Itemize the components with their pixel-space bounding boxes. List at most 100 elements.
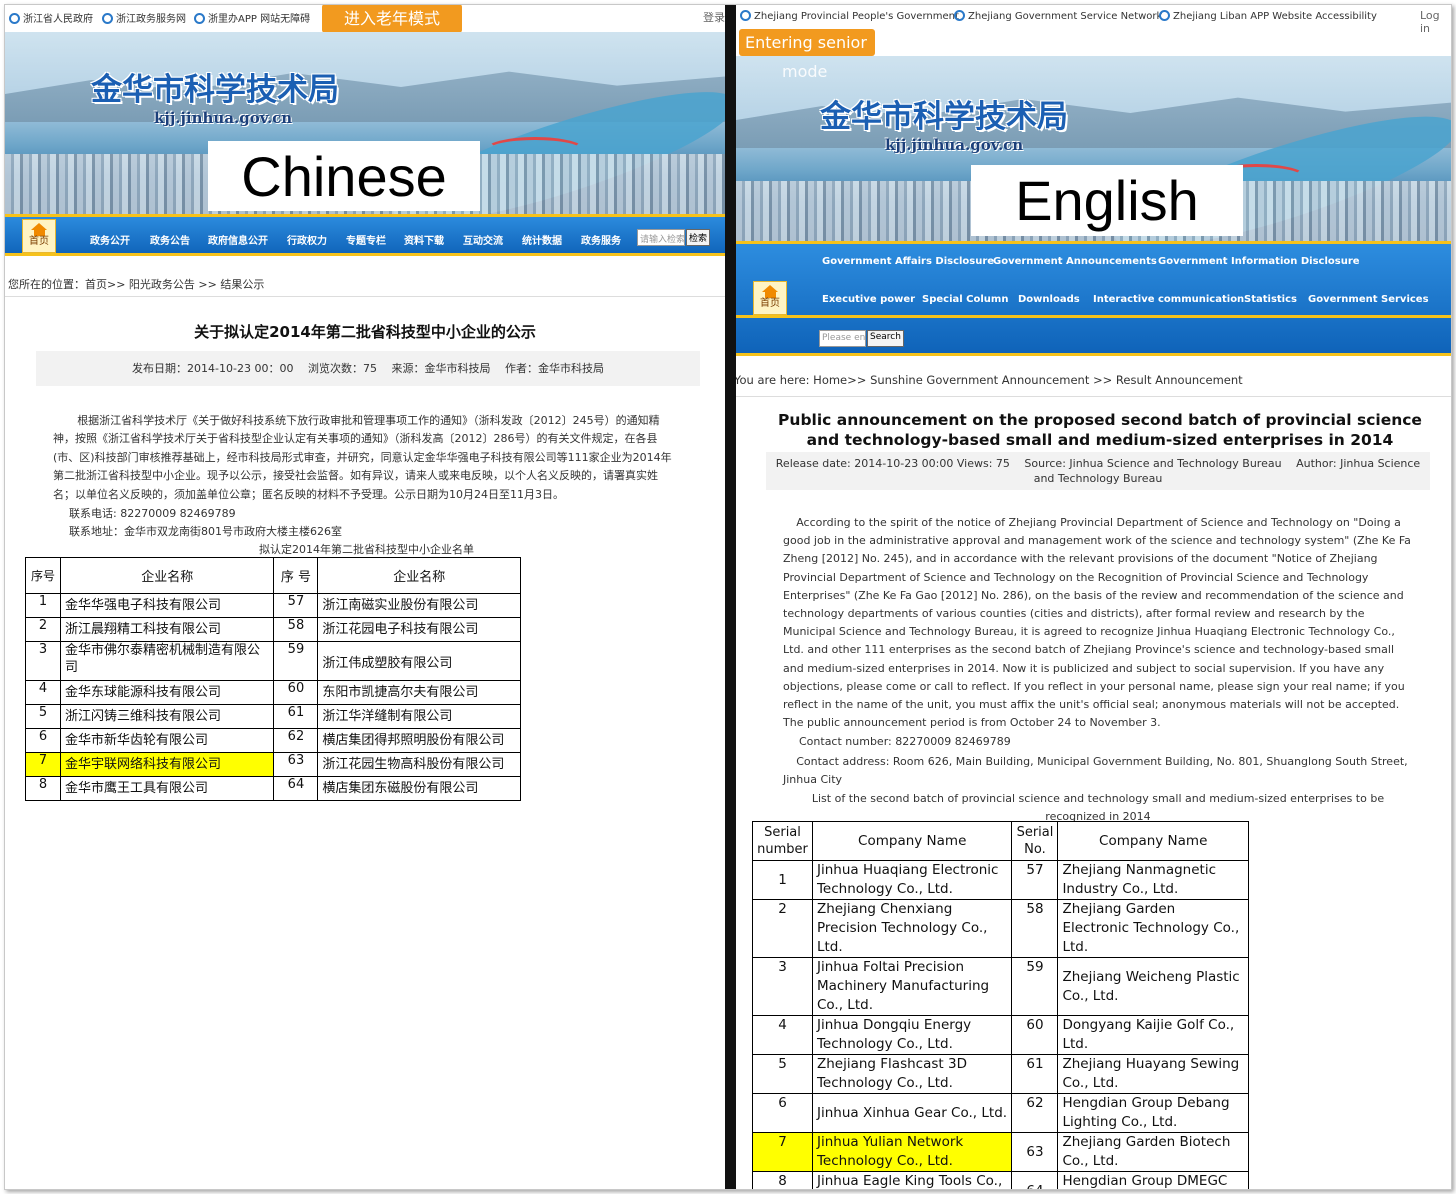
site-url: kjj.jinhua.gov.cn <box>885 136 1024 154</box>
table-row-highlighted: 7 Jinhua Yulian Network Technology Co., L… <box>752 1132 1249 1172</box>
table-caption: 拟认定2014年第二批省科技型中小企业名单 <box>259 543 474 556</box>
row-serial: 7 <box>752 1132 813 1172</box>
row-company: Jinhua Dongqiu Energy Technology Co., Lt… <box>811 1015 1013 1055</box>
row-company: Jinhua Yulian Network Technology Co., Lt… <box>811 1132 1013 1172</box>
row-serial: 6 <box>752 1093 813 1133</box>
row-company: Jinhua Eagle King Tools Co., Ltd. <box>811 1171 1013 1189</box>
language-label: English <box>971 165 1243 236</box>
nav-item-info-disclosure[interactable]: Government Information Disclosure <box>1158 256 1360 267</box>
row-company: 横店集团东磁股份有限公司 <box>317 776 521 801</box>
table-row: 2 Zhejiang Chenxiang Precision Technology… <box>752 899 1249 958</box>
chinese-page: 浙江省人民政府 浙江政务服务网 浙里办APP 网站无障碍 登录 进入老年模式 金… <box>5 5 725 1189</box>
nav-item-announcements[interactable]: Government Announcements <box>993 256 1157 267</box>
breadcrumb: You are here: Home>> Sunshine Government… <box>736 373 1243 387</box>
top-link-label: Zhejiang Provincial People's Government <box>754 11 959 22</box>
login-link[interactable]: Log in <box>1420 9 1451 35</box>
row-company: Dongyang Kaijie Golf Co., Ltd. <box>1057 1015 1249 1055</box>
search-input[interactable]: Please ent <box>819 330 866 347</box>
nav-item-services[interactable]: Government Services <box>1308 294 1429 305</box>
nav-item-special-column[interactable]: Special Column <box>922 294 1008 305</box>
row-serial: 3 <box>752 957 813 1016</box>
home-button[interactable]: 首页 <box>753 281 787 315</box>
row-company: 浙江花园生物高科股份有限公司 <box>317 752 521 777</box>
top-link-provincial-gov[interactable]: 浙江省人民政府 <box>9 10 93 25</box>
header-serial: 序号 <box>25 557 61 594</box>
row-serial: 2 <box>752 899 813 958</box>
row-company: 浙江晨翔精工科技有限公司 <box>59 617 275 642</box>
header-serial: 序 号 <box>273 557 319 594</box>
senior-mode-button[interactable]: Entering senior <box>739 29 875 56</box>
row-company: 金华市鹰王工具有限公司 <box>59 776 275 801</box>
home-label: 首页 <box>760 298 780 309</box>
row-serial: 4 <box>25 680 61 705</box>
nav-item-info-disclosure[interactable]: 政府信息公开 <box>208 232 268 247</box>
row-serial: 1 <box>752 860 813 900</box>
header-company: 企业名称 <box>59 557 275 594</box>
home-button[interactable]: 首页 <box>22 219 56 253</box>
header-serial: Serial number <box>752 821 813 861</box>
nav-item-statistics[interactable]: 统计数据 <box>522 232 562 247</box>
row-serial: 60 <box>273 680 319 705</box>
nav-bottom-stripe <box>736 353 1451 356</box>
header-serial: Serial No. <box>1011 821 1059 861</box>
row-serial: 59 <box>1011 957 1059 1016</box>
contact-address: Contact address: Room 626, Main Building… <box>783 755 1408 787</box>
row-serial: 5 <box>25 704 61 729</box>
search-button[interactable]: 检索 <box>686 229 711 246</box>
nav-item-admin-power[interactable]: 行政权力 <box>287 232 327 247</box>
nav-item-statistics[interactable]: Statistics <box>1244 294 1297 305</box>
row-company: 金华宇联网络科技有限公司 <box>59 752 275 777</box>
english-page: Zhejiang Provincial People's Government … <box>736 5 1451 1189</box>
row-company: 金华东球能源科技有限公司 <box>59 680 275 705</box>
table-row: 4 Jinhua Dongqiu Energy Technology Co., L… <box>752 1015 1249 1055</box>
row-serial: 63 <box>273 752 319 777</box>
nav-item-interaction[interactable]: 互动交流 <box>463 232 503 247</box>
row-serial: 62 <box>273 728 319 753</box>
nav-item-special-column[interactable]: 专题专栏 <box>346 232 386 247</box>
row-serial: 4 <box>752 1015 813 1055</box>
row-company: Zhejiang Nanmagnetic Industry Co., Ltd. <box>1057 860 1249 900</box>
globe-icon <box>9 13 20 24</box>
top-link-bar: Zhejiang Provincial People's Government … <box>736 5 1451 35</box>
nav-item-services[interactable]: 政务服务 <box>581 232 621 247</box>
table-row: 4 金华东球能源科技有限公司 60 东阳市凯捷高尔夫有限公司 <box>25 680 521 705</box>
main-nav: Government Affairs Disclosure Government… <box>736 241 1451 356</box>
nav-item-downloads[interactable]: 资料下载 <box>404 232 444 247</box>
top-link-service-network[interactable]: 浙江政务服务网 <box>102 10 186 25</box>
globe-icon <box>740 10 751 21</box>
nav-item-affairs[interactable]: Government Affairs Disclosure <box>822 256 994 267</box>
enterprise-table: 序号 企业名称 序 号 企业名称 1 金华华强电子科技有限公司 57 浙江南磁实业股份… <box>25 557 521 801</box>
nav-item-downloads[interactable]: Downloads <box>1018 294 1080 305</box>
row-company: 浙江伟成塑胶有限公司 <box>317 641 521 681</box>
row-company: Jinhua Xinhua Gear Co., Ltd. <box>811 1093 1013 1133</box>
app-icon <box>1159 10 1170 21</box>
nav-item-announcements[interactable]: 政务公告 <box>150 232 190 247</box>
row-serial: 64 <box>273 776 319 801</box>
table-header-row: Serial number Company Name Serial No. Co… <box>752 821 1249 861</box>
row-company: 浙江南磁实业股份有限公司 <box>317 593 521 618</box>
row-serial: 57 <box>273 593 319 618</box>
row-serial: 64 <box>1011 1171 1059 1189</box>
nav-item-affairs[interactable]: 政务公开 <box>90 232 130 247</box>
row-company: 金华华强电子科技有限公司 <box>59 593 275 618</box>
article-paragraph: According to the spirit of the notice of… <box>783 516 1411 730</box>
home-icon <box>762 285 778 292</box>
top-link-provincial-gov[interactable]: Zhejiang Provincial People's Government <box>740 10 959 22</box>
divider <box>736 396 1451 397</box>
top-link-app-accessibility[interactable]: Zhejiang Liban APP Website Accessibility <box>1159 10 1377 22</box>
table-row: 3 金华市佛尔泰精密机械制造有限公司 59 浙江伟成塑胶有限公司 <box>25 641 521 681</box>
row-serial: 59 <box>273 641 319 681</box>
login-link[interactable]: 登录 <box>703 9 725 25</box>
top-link-service-network[interactable]: Zhejiang Government Service Network <box>954 10 1162 22</box>
search-button[interactable]: Search <box>867 330 904 347</box>
table-row: 1 Jinhua Huaqiang Electronic Technology C… <box>752 860 1249 900</box>
nav-item-interaction[interactable]: Interactive communication <box>1093 294 1244 305</box>
top-link-label: Zhejiang Government Service Network <box>968 11 1163 22</box>
main-nav: 首页 政务公开 政务公告 政府信息公开 行政权力 专题专栏 资料下载 互动交流 … <box>5 214 725 256</box>
search-input[interactable]: 请输入检索 <box>637 229 685 246</box>
nav-item-admin-power[interactable]: Executive power <box>822 294 915 305</box>
senior-mode-button[interactable]: 进入老年模式 <box>322 5 462 33</box>
header-company: Company Name <box>811 821 1013 861</box>
top-link-app-accessibility[interactable]: 浙里办APP 网站无障碍 <box>194 10 310 25</box>
row-serial: 57 <box>1011 860 1059 900</box>
